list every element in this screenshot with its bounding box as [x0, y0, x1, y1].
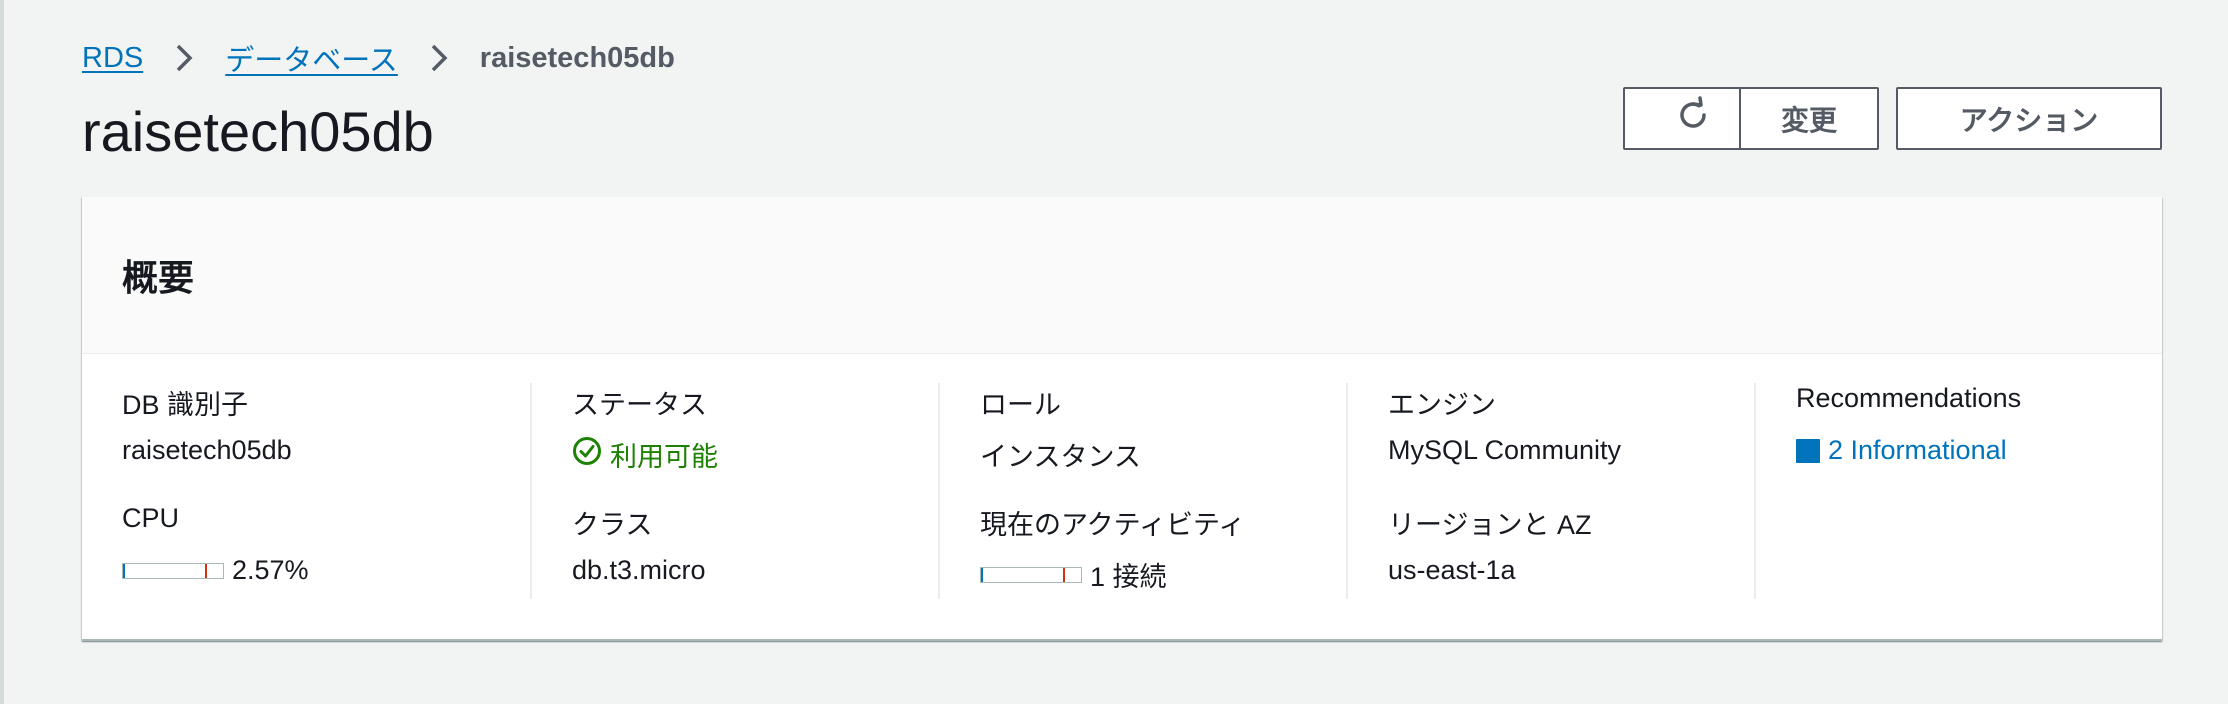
column-divider: [938, 383, 940, 599]
left-edge-divider: [0, 0, 4, 704]
chevron-right-icon: [418, 38, 460, 78]
class-label: クラス: [572, 510, 653, 540]
actions-dropdown-button[interactable]: アクション: [1896, 87, 2162, 150]
column-divider: [1346, 383, 1348, 599]
cpu-meter-start: [123, 563, 125, 578]
engine-value: MySQL Community: [1388, 435, 1622, 465]
actions-label: アクション: [1959, 104, 2099, 136]
summary-panel: 概要 DB 識別子 raisetech05db CPU 2.57% ステータス: [82, 197, 2162, 641]
cpu-meter: [122, 562, 224, 579]
page-title: raisetech05db: [82, 100, 434, 163]
recommendations-value: 2 Informational: [1828, 435, 2007, 465]
class-value: db.t3.micro: [572, 555, 706, 585]
breadcrumb: RDS データベース raisetech05db: [82, 38, 675, 78]
recommendations-link[interactable]: 2 Informational: [1796, 435, 2007, 466]
activity-value: 1 接続: [1090, 562, 1167, 592]
summary-column-recommendations: Recommendations 2 Informational: [1796, 383, 2204, 599]
summary-column-role: ロール インスタンス 現在のアクティビティ 1 接続: [980, 383, 1388, 599]
engine-label: エンジン: [1388, 390, 1496, 420]
activity-meter-row: 1 接続: [980, 555, 1167, 594]
breadcrumb-link-databases[interactable]: データベース: [225, 37, 398, 79]
role-label: ロール: [980, 390, 1061, 420]
column-divider: [1754, 383, 1756, 599]
role-value: インスタンス: [980, 442, 1141, 472]
activity-meter-threshold: [1063, 567, 1065, 582]
refresh-icon: [1674, 96, 1712, 141]
activity-label: 現在のアクティビティ: [980, 510, 1246, 540]
check-circle-icon: [572, 436, 610, 473]
activity-meter-start: [981, 567, 983, 582]
summary-columns: DB 識別子 raisetech05db CPU 2.57% ステータス 利用可…: [82, 383, 2162, 599]
status-value: 利用可能: [572, 435, 718, 474]
region-az-label: リージョンと AZ: [1388, 510, 1592, 540]
chevron-right-icon: [163, 38, 205, 78]
column-divider: [530, 383, 532, 599]
cpu-value: 2.57%: [232, 555, 309, 585]
summary-column-identifier: DB 識別子 raisetech05db CPU 2.57%: [122, 383, 530, 599]
activity-meter: [980, 566, 1082, 583]
summary-panel-title: 概要: [122, 257, 195, 298]
db-identifier-label: DB 識別子: [122, 390, 249, 420]
breadcrumb-current: raisetech05db: [479, 41, 675, 74]
cpu-meter-row: 2.57%: [122, 555, 309, 586]
info-square-icon: [1796, 438, 1820, 463]
breadcrumb-link-rds[interactable]: RDS: [82, 42, 143, 75]
status-text: 利用可能: [610, 442, 718, 472]
db-identifier-value: raisetech05db: [122, 435, 292, 465]
status-label: ステータス: [572, 390, 707, 420]
summary-column-status: ステータス 利用可能 クラス db.t3.micro: [572, 383, 980, 599]
summary-panel-header: 概要: [82, 197, 2162, 354]
summary-column-engine: エンジン MySQL Community リージョンと AZ us-east-1…: [1388, 383, 1796, 599]
recommendations-label: Recommendations: [1796, 383, 2022, 413]
modify-button[interactable]: 変更: [1739, 87, 1879, 150]
region-az-value: us-east-1a: [1388, 555, 1516, 585]
cpu-meter-threshold: [205, 563, 207, 578]
cpu-label: CPU: [122, 503, 180, 533]
